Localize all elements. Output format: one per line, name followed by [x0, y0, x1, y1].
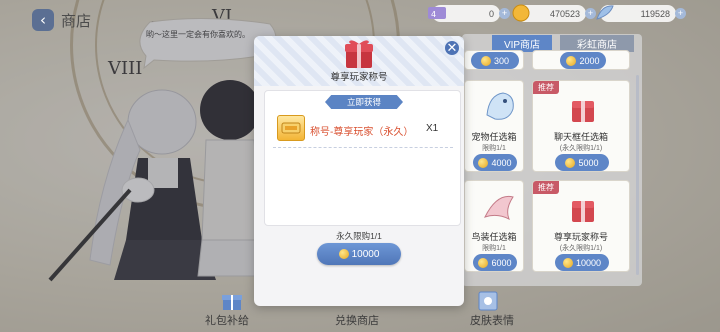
add-ticket-button[interactable]: +: [499, 8, 510, 19]
close-icon: ✕: [446, 40, 458, 56]
shop-item-card[interactable]: 鸟装任选箱 限购1/1 6000: [464, 180, 524, 272]
price-button[interactable]: 10000: [555, 254, 609, 271]
gold-coin-icon: [565, 157, 576, 168]
shop-item-card[interactable]: 2000: [532, 50, 630, 70]
resource-gem-value: 119528: [640, 8, 670, 19]
title-badge-icon: [277, 115, 305, 141]
bird-costume-icon: [484, 195, 514, 221]
buy-price: 10000: [351, 248, 380, 260]
purchase-modal: 尊享玩家称号 ✕ 立即获得 称号-尊享玩家（永久） X1 永久限购1/1 100…: [254, 36, 464, 306]
ticket-icon: 4: [428, 7, 446, 19]
back-button[interactable]: ‹: [32, 9, 54, 31]
gold-coin-icon: [480, 55, 491, 66]
shop-item-card[interactable]: 推荐 尊享玩家称号 (永久限购1/1) 10000: [532, 180, 630, 272]
item-limit: 限购1/1: [482, 245, 506, 252]
gold-coin-icon: [478, 257, 489, 268]
price-value: 5000: [578, 157, 599, 168]
reward-name: 称号-尊享玩家（永久）: [310, 127, 414, 138]
gold-coin-icon: [566, 55, 577, 66]
gift-box-icon: [345, 40, 373, 68]
tab-label: 彩虹商店: [577, 40, 617, 51]
item-limit: (永久限购1/1): [559, 145, 603, 152]
resource-ticket: 4 0 +: [428, 5, 510, 22]
item-name: 聊天框任选箱: [553, 132, 608, 142]
resource-gold-value: 470523: [549, 8, 580, 19]
gift-box-icon: [572, 201, 594, 222]
chevron-left-icon: ‹: [40, 11, 46, 29]
item-name: 鸟装任选箱: [471, 232, 517, 242]
nav-gift-supply[interactable]: 礼包补给: [205, 312, 249, 328]
price-button[interactable]: 4000: [473, 154, 517, 171]
item-name: 尊享玩家称号: [553, 232, 608, 242]
reward-card: 立即获得 称号-尊享玩家（永久） X1: [264, 90, 461, 226]
gold-coin-icon: [512, 4, 530, 22]
resource-gold: 470523 +: [512, 4, 596, 22]
tab-label: VIP商店: [503, 40, 541, 51]
price-button[interactable]: 6000: [473, 254, 517, 271]
shop-item-card[interactable]: 300: [464, 50, 524, 70]
price-value: 300: [493, 55, 510, 66]
nav-skin-emotes[interactable]: 皮肤表情: [470, 312, 514, 328]
obtain-label: 立即获得: [325, 95, 403, 109]
resource-ticket-value: 0: [488, 8, 494, 19]
resource-gem: 119528 +: [596, 5, 686, 22]
emoji-card-icon: [478, 291, 498, 311]
divider: [273, 147, 453, 148]
pet-dragon-icon: [486, 92, 514, 120]
add-gem-button[interactable]: +: [675, 8, 686, 19]
item-limit: (永久限购1/1): [559, 245, 603, 252]
item-limit: 限购1/1: [482, 145, 506, 152]
shop-item-card[interactable]: 宠物任选箱 限购1/1 4000: [464, 80, 524, 172]
price-value: 4000: [491, 157, 512, 168]
gift-box-icon: [572, 101, 594, 122]
price-value: 10000: [575, 257, 602, 268]
page-title: 商店: [61, 13, 92, 30]
price-value: 2000: [579, 55, 600, 66]
modal-title: 尊享玩家称号: [330, 72, 388, 83]
shop-scrollbar[interactable]: [636, 75, 639, 275]
reward-quantity: X1: [426, 123, 439, 134]
gold-coin-icon: [338, 249, 349, 259]
purchase-limit: 永久限购1/1: [336, 231, 382, 241]
price-value: 6000: [491, 257, 512, 268]
close-button[interactable]: ✕: [443, 39, 461, 57]
feather-gem-icon: [596, 5, 614, 20]
gold-coin-icon: [478, 157, 489, 168]
price-button[interactable]: 2000: [560, 52, 606, 69]
gold-coin-icon: [562, 257, 573, 268]
shop-item-card[interactable]: 推荐 聊天框任选箱 (永久限购1/1) 5000: [532, 80, 630, 172]
nav-exchange-shop[interactable]: 兑换商店: [335, 312, 379, 328]
price-button[interactable]: 300: [471, 52, 519, 69]
svg-text:4: 4: [431, 10, 436, 19]
gift-icon: [222, 295, 242, 310]
item-name: 宠物任选箱: [471, 132, 517, 142]
buy-button[interactable]: 10000: [317, 243, 401, 265]
price-button[interactable]: 5000: [555, 154, 609, 171]
recommend-badge: 推荐: [533, 81, 559, 94]
recommend-badge: 推荐: [533, 181, 559, 194]
